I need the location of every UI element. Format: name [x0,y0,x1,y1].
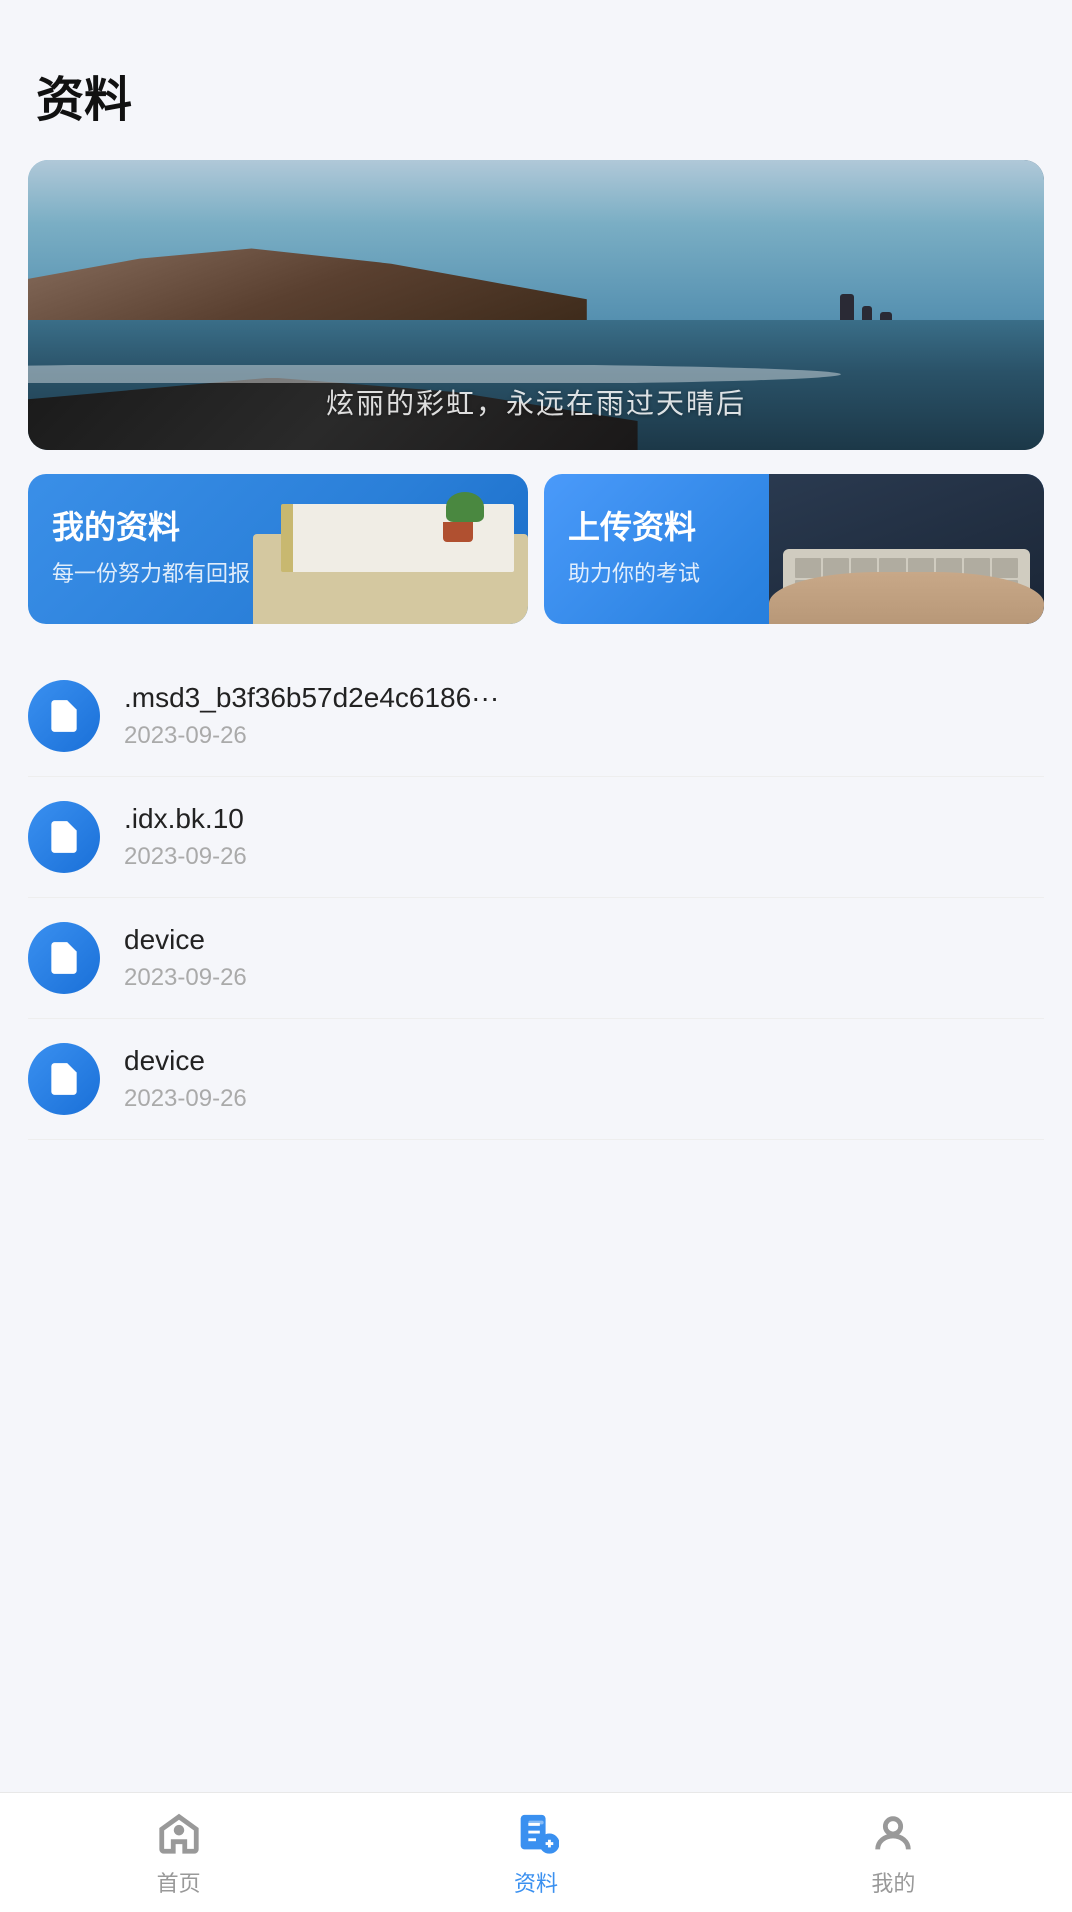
file-item-2[interactable]: device 2023-09-26 [28,898,1044,1019]
file-date-2: 2023-09-26 [124,964,1044,992]
file-item-1[interactable]: .idx.bk.10 2023-09-26 [28,777,1044,898]
file-date-1: 2023-09-26 [124,843,1044,871]
card-plant-leaves [446,492,484,522]
bottom-nav: 首页 资料 我的 [0,1792,1072,1912]
action-cards: 我的资料 每一份努力都有回报 [28,474,1044,624]
page-title: 资料 [36,60,1036,130]
nav-item-mine[interactable]: 我的 [715,1798,1072,1908]
document-icon [45,697,83,735]
my-materials-subtitle: 每一份努力都有回报 [52,556,250,588]
materials-icon [510,1808,562,1860]
file-item-0[interactable]: .msd3_b3f36b57d2e4c6186··· 2023-09-26 [28,656,1044,777]
file-name-3: device [124,1045,1044,1077]
file-list: .msd3_b3f36b57d2e4c6186··· 2023-09-26 .i… [28,656,1044,1140]
file-name-1: .idx.bk.10 [124,803,1044,835]
file-date-0: 2023-09-26 [124,722,1044,750]
materials-svg [513,1811,559,1857]
mine-icon [867,1808,919,1860]
file-icon-3 [28,1043,100,1115]
home-svg [156,1811,202,1857]
upload-materials-scene [769,474,1044,624]
file-icon-2 [28,922,100,994]
upload-materials-card[interactable]: 上传资料 助力你的考试 [544,474,1044,624]
file-item-3[interactable]: device 2023-09-26 [28,1019,1044,1140]
my-materials-card[interactable]: 我的资料 每一份努力都有回报 [28,474,528,624]
file-name-0: .msd3_b3f36b57d2e4c6186··· [124,682,1044,714]
file-name-2: device [124,924,1044,956]
card-hands [769,572,1044,625]
page-header: 资料 [0,0,1072,150]
key [992,558,1018,578]
upload-materials-content: 上传资料 助力你的考试 [544,474,724,616]
mine-svg [870,1811,916,1857]
nav-label-home: 首页 [157,1866,201,1898]
nav-label-materials: 资料 [514,1866,558,1898]
file-info-1: .idx.bk.10 2023-09-26 [124,803,1044,871]
file-icon-1 [28,801,100,873]
banner-text: 炫丽的彩虹，永远在雨过天晴后 [28,382,1044,422]
document-icon [45,939,83,977]
nav-item-home[interactable]: 首页 [0,1798,357,1908]
upload-materials-subtitle: 助力你的考试 [568,556,700,588]
banner[interactable]: 炫丽的彩虹，永远在雨过天晴后 [28,160,1044,450]
my-materials-content: 我的资料 每一份努力都有回报 [28,474,274,616]
document-icon [45,818,83,856]
file-info-0: .msd3_b3f36b57d2e4c6186··· 2023-09-26 [124,682,1044,750]
file-date-3: 2023-09-26 [124,1085,1044,1113]
key [795,558,821,578]
nav-item-materials[interactable]: 资料 [357,1798,714,1908]
file-info-2: device 2023-09-26 [124,924,1044,992]
home-icon [153,1808,205,1860]
file-info-3: device 2023-09-26 [124,1045,1044,1113]
document-icon [45,1060,83,1098]
my-materials-scene [253,474,528,624]
my-materials-title: 我的资料 [52,502,250,548]
card-plant-pot [443,522,473,542]
file-icon-0 [28,680,100,752]
upload-materials-title: 上传资料 [568,502,700,548]
nav-label-mine: 我的 [871,1866,915,1898]
